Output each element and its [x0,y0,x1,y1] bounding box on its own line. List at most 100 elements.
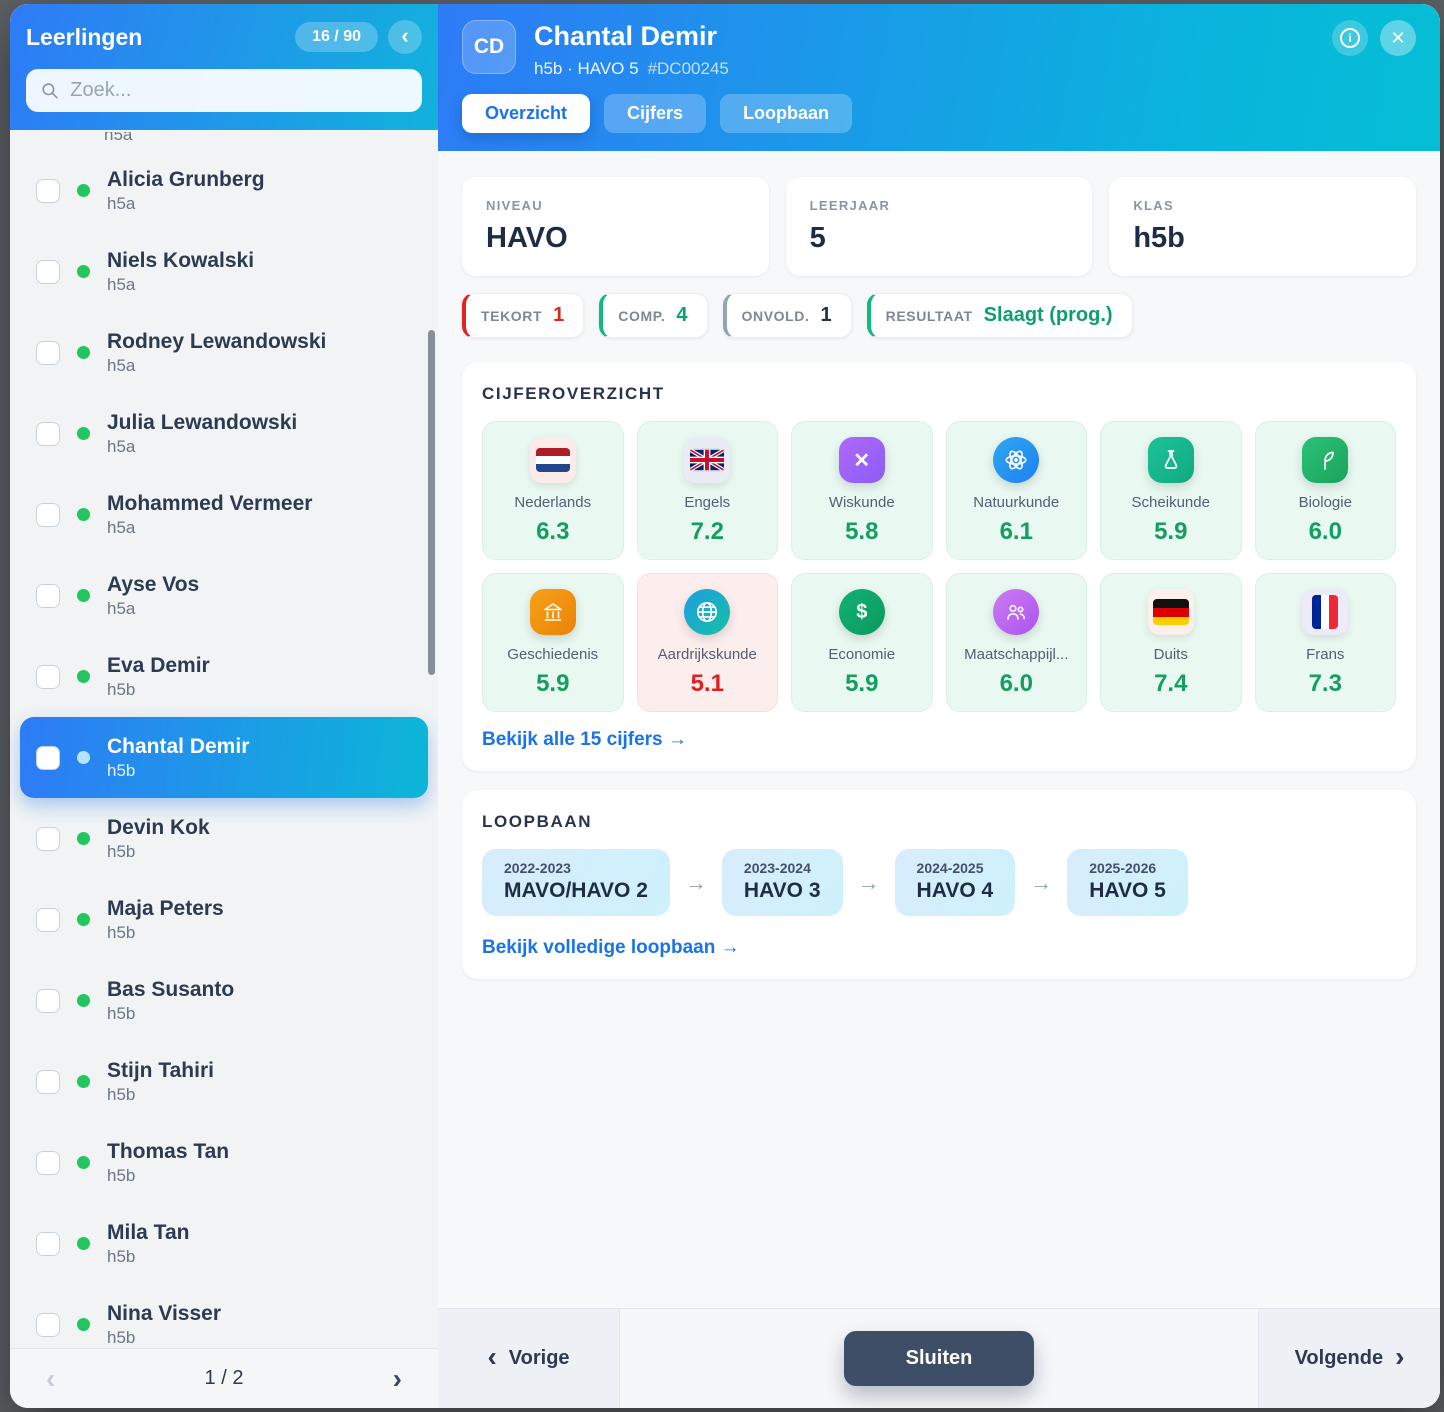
grades-grid: Nederlands 6.3 Engels 7.2 ✕ Wiskunde 5.8… [482,421,1396,712]
view-all-grades-link[interactable]: Bekijk alle 15 cijfers → [482,729,687,751]
student-checkbox[interactable] [36,1232,60,1256]
detail-header: CD Chantal Demir h5b · HAVO 5#DC00245 i … [438,4,1440,151]
list-pagination: ‹ 1 / 2 › [10,1348,438,1408]
student-class: h5b [107,1328,221,1348]
subject-grade-tile[interactable]: Biologie 6.0 [1255,421,1397,560]
student-name: Julia Lewandowski [107,410,297,435]
student-list-item[interactable]: Eva Demir h5b [20,636,428,717]
view-full-career-link[interactable]: Bekijk volledige loopbaan → [482,937,740,959]
pagination-next-button[interactable]: › [393,1365,402,1393]
subject-grade-tile[interactable]: Natuurkunde 6.1 [946,421,1088,560]
tab-overzicht[interactable]: Overzicht [462,94,590,133]
student-list-item[interactable]: Mohammed Vermeer h5a [20,474,428,555]
info-button[interactable]: i [1332,20,1368,56]
subject-name: Biologie [1262,494,1390,511]
student-list-item[interactable]: Alicia Grunberg h5a [20,150,428,231]
subject-grade-tile[interactable]: Frans 7.3 [1255,573,1397,712]
student-subtitle: h5b · HAVO 5#DC00245 [534,59,729,79]
student-checkbox[interactable] [36,584,60,608]
pagination-prev-button[interactable]: ‹ [46,1365,55,1393]
search-input[interactable] [70,79,408,102]
student-list-item[interactable]: Niels Kowalski h5a [20,231,428,312]
next-student-button[interactable]: Volgende › [1258,1309,1440,1408]
status-pill-value: Slaagt (prog.) [984,304,1113,327]
student-list-item[interactable]: Rodney Lewandowski h5a [20,312,428,393]
detail-tabs: Overzicht Cijfers Loopbaan [462,94,1416,133]
arrow-right-icon: → [858,870,880,896]
subject-grade-tile[interactable]: ✕ Wiskunde 5.8 [791,421,933,560]
leaf-icon [1302,437,1348,483]
student-list-item[interactable]: Stijn Tahiri h5b [20,1041,428,1122]
tab-loopbaan[interactable]: Loopbaan [720,94,852,133]
student-list-item[interactable]: Nina Visser h5b [20,1284,428,1348]
subject-grade-tile[interactable]: Maatschappijl... 6.0 [946,573,1088,712]
student-checkbox[interactable] [36,422,60,446]
student-list-item[interactable]: Maja Peters h5b [20,879,428,960]
subject-name: Wiskunde [798,494,926,511]
flag-de-icon [1148,589,1194,635]
student-list-item[interactable]: Mila Tan h5b [20,1203,428,1284]
summary-card: KLAS h5b [1109,177,1416,276]
sluiten-button[interactable]: Sluiten [844,1331,1035,1386]
subject-grade: 5.9 [798,670,926,698]
career-step-name: HAVO 4 [917,879,994,903]
subject-grade-tile[interactable]: Engels 7.2 [637,421,779,560]
status-dot-icon [77,265,90,278]
student-name-title: Chantal Demir [534,21,729,52]
avatar: CD [462,20,516,74]
subject-grade-tile[interactable]: $ Economie 5.9 [791,573,933,712]
subject-grade-tile[interactable]: Geschiedenis 5.9 [482,573,624,712]
detail-content: NIVEAU HAVO LEERJAAR 5 KLAS h5b TEKORT 1… [438,151,1440,1308]
subject-grade-tile[interactable]: Duits 7.4 [1100,573,1242,712]
class-level-label: h5b · HAVO 5 [534,59,639,78]
student-checkbox[interactable] [36,341,60,365]
subject-grade-tile[interactable]: Nederlands 6.3 [482,421,624,560]
student-list-item[interactable]: Thomas Tan h5b [20,1122,428,1203]
flag-nl-icon [530,437,576,483]
chevron-right-icon: › [1395,1343,1404,1374]
summary-card-value: 5 [810,222,1069,255]
student-class: h5a [107,518,312,538]
student-checkbox[interactable] [36,908,60,932]
career-step-name: MAVO/HAVO 2 [504,879,648,903]
chevron-left-icon: ‹ [401,23,408,49]
student-checkbox[interactable] [36,1313,60,1337]
subject-grade-tile[interactable]: Scheikunde 5.9 [1100,421,1242,560]
subject-grade-tile[interactable]: Aardrijkskunde 5.1 [637,573,779,712]
student-checkbox[interactable] [36,1070,60,1094]
student-checkbox[interactable] [36,1151,60,1175]
subject-grade: 5.8 [798,518,926,546]
student-checkbox[interactable] [36,746,60,770]
partial-student-row: h5a [10,132,438,150]
partial-klass-label: h5a [104,132,132,145]
student-class: h5b [107,923,224,943]
student-checkbox[interactable] [36,179,60,203]
student-checkbox[interactable] [36,827,60,851]
career-step-year: 2022-2023 [504,860,648,876]
grades-section: CIJFEROVERZICHT Nederlands 6.3 Engels 7.… [462,362,1416,771]
student-list-item[interactable]: Bas Susanto h5b [20,960,428,1041]
tab-label: Cijfers [627,103,683,123]
student-class: h5a [107,599,199,619]
student-checkbox[interactable] [36,665,60,689]
career-step-name: HAVO 5 [1089,879,1166,903]
student-list-item[interactable]: Ayse Vos h5a [20,555,428,636]
list-scrollbar-thumb[interactable] [428,330,435,675]
previous-student-button[interactable]: ‹ Vorige [438,1309,620,1408]
student-checkbox[interactable] [36,989,60,1013]
subject-name: Maatschappijl... [953,646,1081,663]
status-dot-icon [77,913,90,926]
student-name: Niels Kowalski [107,248,254,273]
student-class: h5b [107,842,210,862]
student-list-item[interactable]: Chantal Demir h5b [20,717,428,798]
summary-card-value: HAVO [486,222,745,255]
student-checkbox[interactable] [36,260,60,284]
collapse-sidebar-button[interactable]: ‹ [388,20,422,54]
student-name: Mila Tan [107,1220,189,1245]
student-list-item[interactable]: Devin Kok h5b [20,798,428,879]
close-button[interactable]: ✕ [1380,20,1416,56]
student-list-item[interactable]: Julia Lewandowski h5a [20,393,428,474]
tab-cijfers[interactable]: Cijfers [604,94,706,133]
student-checkbox[interactable] [36,503,60,527]
tab-label: Loopbaan [743,103,829,123]
